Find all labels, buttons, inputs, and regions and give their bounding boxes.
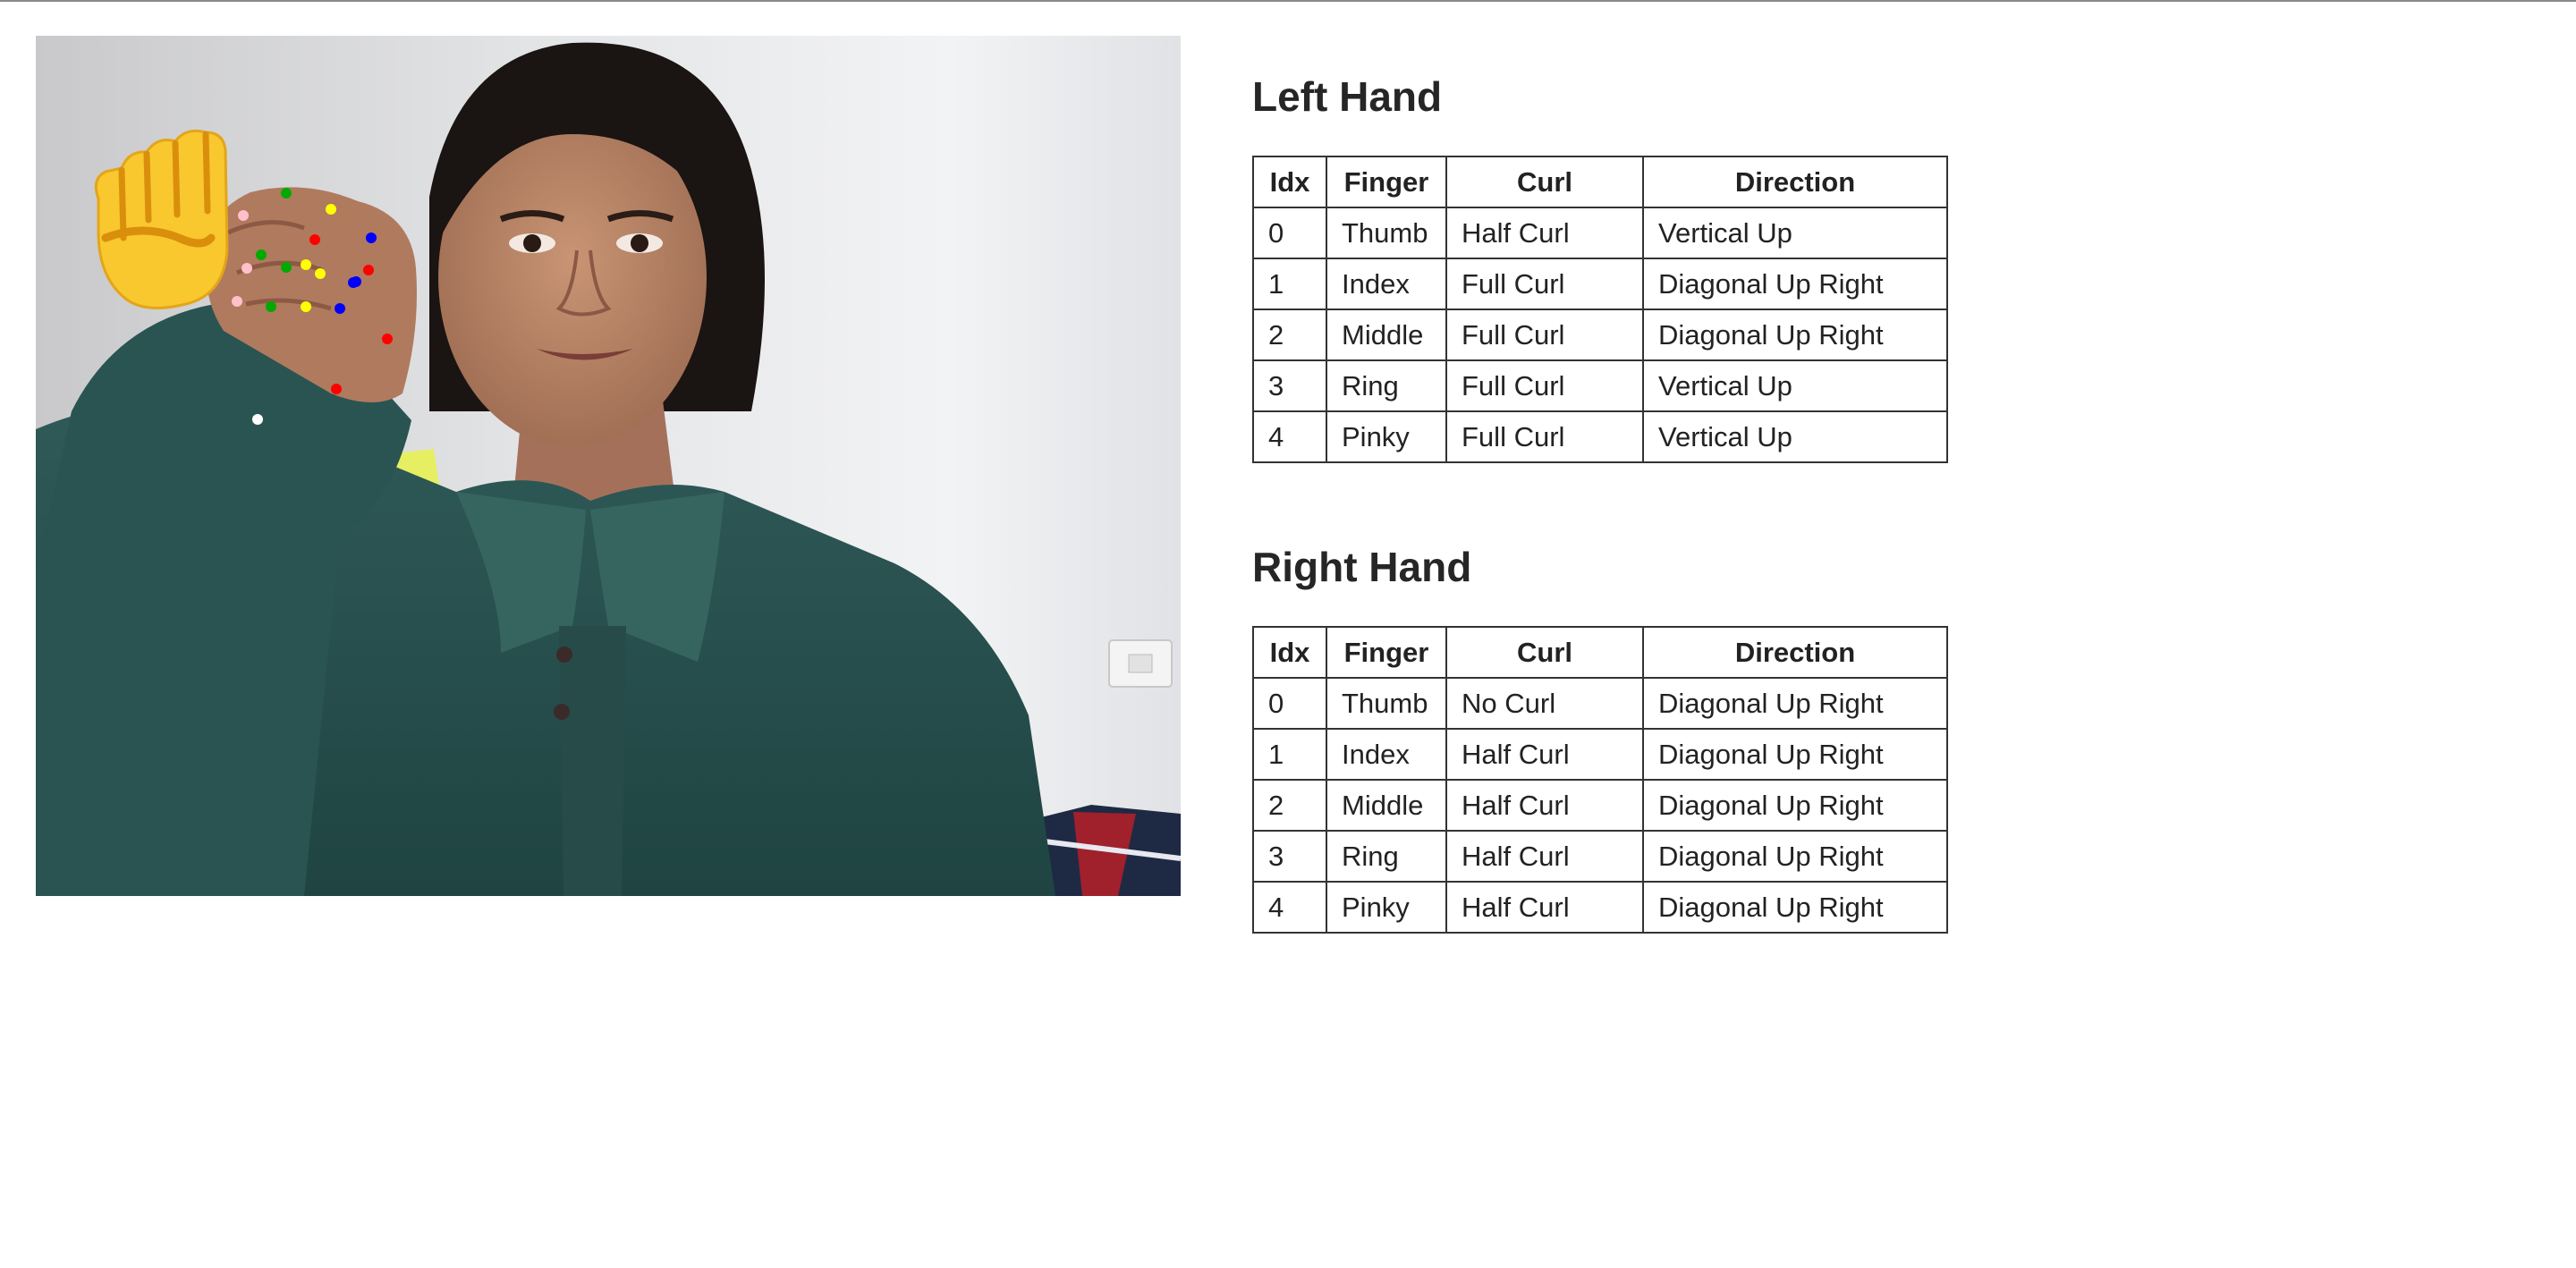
left-hand-table: Idx Finger Curl Direction 0 Thumb Half C… <box>1252 156 1948 463</box>
cell-curl: Half Curl <box>1445 728 1644 781</box>
ring-landmark-dot <box>281 188 292 199</box>
cell-idx: 4 <box>1252 410 1327 463</box>
cell-idx: 3 <box>1252 359 1327 412</box>
column-header-direction: Direction <box>1642 626 1948 679</box>
table-row: 1 Index Half Curl Diagonal Up Right <box>1252 728 1948 781</box>
left-hand-panel: Left Hand Idx Finger Curl Direction 0 Th… <box>1252 70 1948 463</box>
cell-direction: Vertical Up <box>1642 410 1948 463</box>
cell-curl: No Curl <box>1445 677 1644 730</box>
column-header-idx: Idx <box>1252 626 1327 679</box>
cell-curl: Half Curl <box>1445 881 1644 934</box>
middle-landmark-dot <box>326 204 336 215</box>
pinky-landmark-dot <box>232 296 242 307</box>
right-hand-table: Idx Finger Curl Direction 0 Thumb No Cur… <box>1252 626 1948 934</box>
cell-finger: Pinky <box>1326 410 1447 463</box>
cell-curl: Half Curl <box>1445 207 1644 259</box>
cell-direction: Vertical Up <box>1642 359 1948 412</box>
column-header-curl: Curl <box>1445 156 1644 208</box>
pinky-landmark-dot <box>238 210 249 221</box>
cell-curl: Full Curl <box>1445 359 1644 412</box>
cell-idx: 1 <box>1252 728 1327 781</box>
column-header-finger: Finger <box>1326 156 1447 208</box>
webcam-frame-illustration <box>36 36 1181 896</box>
column-header-curl: Curl <box>1445 626 1644 679</box>
column-header-direction: Direction <box>1642 156 1948 208</box>
table-row: 1 Index Full Curl Diagonal Up Right <box>1252 258 1948 310</box>
cell-finger: Ring <box>1326 830 1447 883</box>
index-landmark-dot <box>351 276 361 287</box>
cell-finger: Middle <box>1326 309 1447 361</box>
table-row: 3 Ring Full Curl Vertical Up <box>1252 359 1948 412</box>
thumb-landmark-dot <box>363 265 374 275</box>
cell-curl: Half Curl <box>1445 830 1644 883</box>
table-row: 2 Middle Half Curl Diagonal Up Right <box>1252 779 1948 832</box>
table-row: 4 Pinky Half Curl Diagonal Up Right <box>1252 881 1948 934</box>
cell-idx: 3 <box>1252 830 1327 883</box>
column-header-idx: Idx <box>1252 156 1327 208</box>
cell-direction: Diagonal Up Right <box>1642 258 1948 310</box>
cell-finger: Ring <box>1326 359 1447 412</box>
middle-landmark-dot <box>315 268 326 279</box>
thumb-landmark-dot <box>309 234 320 245</box>
cell-idx: 0 <box>1252 677 1327 730</box>
middle-landmark-dot <box>301 259 311 270</box>
table-row: 0 Thumb Half Curl Vertical Up <box>1252 207 1948 259</box>
cell-curl: Full Curl <box>1445 258 1644 310</box>
thumb-landmark-dot <box>382 334 393 344</box>
cell-finger: Thumb <box>1326 677 1447 730</box>
ring-landmark-dot <box>256 249 267 260</box>
table-row: 2 Middle Full Curl Diagonal Up Right <box>1252 309 1948 361</box>
table-row: 4 Pinky Full Curl Vertical Up <box>1252 410 1948 463</box>
cell-curl: Half Curl <box>1445 779 1644 832</box>
cell-finger: Pinky <box>1326 881 1447 934</box>
middle-landmark-dot <box>301 301 311 312</box>
top-divider <box>0 0 2576 2</box>
cell-curl: Full Curl <box>1445 309 1644 361</box>
thumb-landmark-dot <box>331 384 342 394</box>
cell-direction: Diagonal Up Right <box>1642 779 1948 832</box>
cell-direction: Diagonal Up Right <box>1642 881 1948 934</box>
cell-direction: Vertical Up <box>1642 207 1948 259</box>
cell-finger: Thumb <box>1326 207 1447 259</box>
wrist-landmark-dot <box>252 414 263 425</box>
cell-idx: 4 <box>1252 881 1327 934</box>
index-landmark-dot <box>366 232 377 243</box>
pinky-landmark-dot <box>242 263 252 274</box>
cell-direction: Diagonal Up Right <box>1642 677 1948 730</box>
table-row: 0 Thumb No Curl Diagonal Up Right <box>1252 677 1948 730</box>
ring-landmark-dot <box>266 301 276 312</box>
table-row: 3 Ring Half Curl Diagonal Up Right <box>1252 830 1948 883</box>
cell-idx: 0 <box>1252 207 1327 259</box>
right-hand-panel: Right Hand Idx Finger Curl Direction 0 T… <box>1252 540 1948 934</box>
cell-idx: 2 <box>1252 309 1327 361</box>
webcam-canvas <box>36 36 1181 896</box>
ring-landmark-dot <box>281 262 292 273</box>
table-header-row: Idx Finger Curl Direction <box>1252 156 1948 208</box>
cell-finger: Index <box>1326 728 1447 781</box>
right-hand-heading: Right Hand <box>1252 544 1472 590</box>
table-header-row: Idx Finger Curl Direction <box>1252 626 1948 679</box>
cell-direction: Diagonal Up Right <box>1642 728 1948 781</box>
left-hand-heading: Left Hand <box>1252 73 1443 120</box>
cell-finger: Middle <box>1326 779 1447 832</box>
index-landmark-dot <box>335 303 345 314</box>
cell-direction: Diagonal Up Right <box>1642 830 1948 883</box>
cell-idx: 2 <box>1252 779 1327 832</box>
column-header-finger: Finger <box>1326 626 1447 679</box>
cell-idx: 1 <box>1252 258 1327 310</box>
cell-curl: Full Curl <box>1445 410 1644 463</box>
cell-finger: Index <box>1326 258 1447 310</box>
cell-direction: Diagonal Up Right <box>1642 309 1948 361</box>
